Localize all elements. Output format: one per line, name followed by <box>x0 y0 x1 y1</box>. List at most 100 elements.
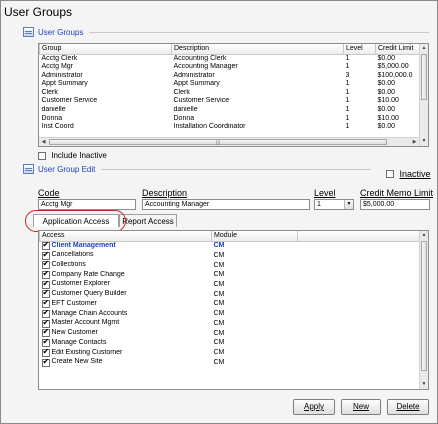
access-checkbox[interactable] <box>41 280 50 289</box>
access-checkbox[interactable] <box>41 290 50 299</box>
access-checkbox[interactable] <box>41 349 50 357</box>
access-checkbox[interactable] <box>41 261 50 270</box>
chevron-down-icon[interactable]: ▼ <box>344 200 353 209</box>
table-row[interactable]: Acctg Clerk Accounting Clerk 1 $0.00 <box>40 54 422 63</box>
access-row[interactable]: Cancellations CM <box>40 251 422 261</box>
cell-credit-limit: $10.00 <box>377 114 399 122</box>
apply-button[interactable]: Apply <box>293 399 335 415</box>
table-row[interactable]: danielle danielle 1 $0.00 <box>40 106 422 115</box>
cell-description: Administrator <box>173 71 215 79</box>
blank-cell <box>298 339 422 349</box>
column-header-module[interactable]: Module <box>211 231 298 242</box>
column-header-credit-limit[interactable]: Credit Limit <box>375 44 422 55</box>
access-checkbox[interactable] <box>41 271 50 279</box>
description-field[interactable]: Accounting Manager <box>142 199 310 210</box>
access-vertical-scrollbar[interactable]: ▲ ▼ <box>419 231 428 389</box>
table-row[interactable]: Customer Service Customer Service 1 $10.00 <box>40 97 422 106</box>
credit-memo-limit-field[interactable]: $5,000.00 <box>360 199 430 210</box>
scroll-down-arrow-icon[interactable]: ▼ <box>420 380 428 389</box>
access-checkbox[interactable] <box>41 310 50 318</box>
column-header-description[interactable]: Description <box>171 44 344 55</box>
user-groups-horizontal-scrollbar[interactable]: ◀ ||| ▶ <box>39 137 419 146</box>
cell-credit-limit: $0.00 <box>377 123 396 131</box>
tab-report-access[interactable]: Report Access <box>119 214 177 227</box>
access-row[interactable]: Master Account Mgmt CM <box>40 319 422 329</box>
access-row[interactable]: Manage Chain Accounts CM <box>40 310 422 320</box>
table-row[interactable]: Inst Coord Installation Coordinator 1 $0.00 <box>40 123 422 132</box>
cell-group: Customer Service <box>41 97 98 105</box>
scroll-thumb[interactable] <box>421 241 427 371</box>
module-cell: CM <box>213 319 225 327</box>
inactive-toggle[interactable]: Inactive <box>386 168 431 179</box>
access-rows: Client ManagementCMCancellationsCMCollec… <box>40 241 422 368</box>
access-row[interactable]: Edit Existing Customer CM <box>40 349 422 359</box>
blank-cell <box>298 251 422 261</box>
cell-description: Accounting Manager <box>173 63 238 71</box>
level-select[interactable]: 1 ▼ <box>314 199 354 210</box>
user-groups-vertical-scrollbar[interactable]: ▲ ▼ <box>419 44 428 146</box>
blank-cell <box>298 300 422 310</box>
access-row[interactable]: EFT Customer CM <box>40 300 422 310</box>
access-row[interactable]: Customer Query Builder CM <box>40 290 422 300</box>
scroll-left-arrow-icon[interactable]: ◀ <box>39 138 48 146</box>
blank-cell <box>298 241 422 251</box>
blank-cell <box>298 290 422 300</box>
include-inactive-toggle[interactable]: Include Inactive <box>38 151 107 160</box>
user-groups-header-row: Group Description Level Credit Limit <box>39 44 422 55</box>
code-field[interactable]: Acctg Mgr <box>38 199 136 210</box>
user-groups-grid[interactable]: Group Description Level Credit Limit Acc… <box>38 43 429 147</box>
access-row[interactable]: Manage Contacts CM <box>40 339 422 349</box>
access-row[interactable]: Company Rate Change CM <box>40 271 422 281</box>
scroll-up-arrow-icon[interactable]: ▲ <box>420 44 428 53</box>
scroll-right-arrow-icon[interactable]: ▶ <box>410 138 419 146</box>
module-cell: CM <box>213 251 225 259</box>
scroll-thumb[interactable] <box>421 54 427 100</box>
access-row[interactable]: Create New Site CM <box>40 358 422 368</box>
user-group-edit-section-label: User Group Edit <box>38 164 96 174</box>
table-row[interactable]: Acctg Mgr Accounting Manager 1 $5,000.00 <box>40 63 422 72</box>
user-group-edit-section-header: User Group Edit <box>23 164 371 174</box>
access-row[interactable]: New Customer CM <box>40 329 422 339</box>
cell-level: 1 <box>345 106 350 114</box>
new-button[interactable]: New <box>341 399 381 415</box>
access-cell: Edit Existing Customer <box>40 349 212 359</box>
delete-button-label: Delete <box>396 402 420 411</box>
table-row[interactable]: Appt Summary Appt Summary 1 $0.00 <box>40 80 422 89</box>
cell-credit-limit: $0.00 <box>377 88 396 96</box>
access-checkbox[interactable] <box>41 300 50 309</box>
table-row[interactable]: Clerk Clerk 1 $0.00 <box>40 89 422 98</box>
include-inactive-checkbox[interactable] <box>38 151 46 160</box>
module-cell: CM <box>213 290 225 298</box>
access-checkbox[interactable] <box>41 358 50 367</box>
column-header-access[interactable]: Access <box>39 231 212 242</box>
cell-level: 1 <box>345 123 350 131</box>
table-row[interactable]: Administrator Administrator 3 $100,000.0 <box>40 72 422 81</box>
access-checkbox[interactable] <box>41 329 50 338</box>
cell-description: Appt Summary <box>173 80 220 88</box>
column-header-level[interactable]: Level <box>343 44 376 55</box>
horizontal-scroll-thumb[interactable]: ||| <box>49 139 387 146</box>
access-row[interactable]: Customer Explorer CM <box>40 280 422 290</box>
column-header-group[interactable]: Group <box>39 44 172 55</box>
scroll-up-arrow-icon[interactable]: ▲ <box>420 231 428 240</box>
access-row[interactable]: Collections CM <box>40 261 422 271</box>
access-grid[interactable]: Access Module Client ManagementCMCancell… <box>38 230 429 390</box>
access-checkbox[interactable] <box>41 339 50 348</box>
access-checkbox[interactable] <box>41 251 50 260</box>
table-row[interactable]: Donna Donna 1 $10.00 <box>40 115 422 124</box>
module-cell: CM <box>213 358 225 366</box>
section-divider <box>89 31 429 33</box>
access-checkbox[interactable] <box>41 319 50 328</box>
inactive-checkbox[interactable] <box>386 169 394 178</box>
cell-description: Customer Service <box>173 97 230 105</box>
cell-credit-limit: $0.00 <box>377 80 396 88</box>
access-cell: Create New Site <box>40 358 212 368</box>
delete-button[interactable]: Delete <box>387 399 429 415</box>
cell-credit-limit: $100,000.0 <box>377 71 413 79</box>
blank-cell <box>298 349 422 359</box>
scroll-down-arrow-icon[interactable]: ▼ <box>420 137 428 146</box>
access-row[interactable]: Client Management CM <box>40 241 422 251</box>
access-checkbox[interactable] <box>41 241 50 250</box>
credit-memo-limit-label-text: Credit Memo Limit <box>360 188 434 198</box>
access-name: New Customer <box>51 329 98 337</box>
